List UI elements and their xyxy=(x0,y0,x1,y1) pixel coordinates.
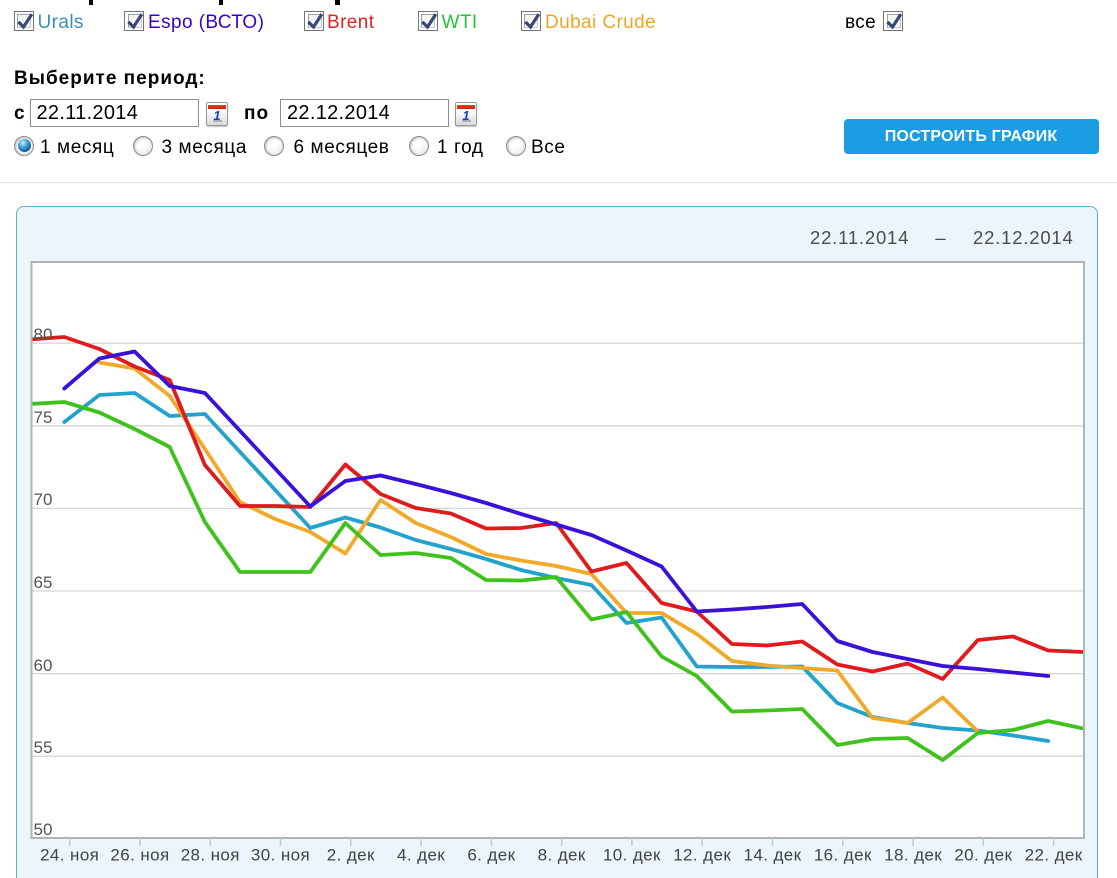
svg-text:70: 70 xyxy=(34,490,53,509)
svg-text:80: 80 xyxy=(34,325,53,344)
svg-text:6. дек: 6. дек xyxy=(467,846,515,865)
svg-text:–: – xyxy=(935,227,946,248)
svg-text:60: 60 xyxy=(34,656,53,675)
svg-text:4. дек: 4. дек xyxy=(397,846,445,865)
svg-text:14. дек: 14. дек xyxy=(744,846,802,865)
svg-text:22. дек: 22. дек xyxy=(1025,846,1083,865)
svg-text:65: 65 xyxy=(34,573,53,592)
svg-text:28. ноя: 28. ноя xyxy=(181,846,240,865)
svg-text:30. ноя: 30. ноя xyxy=(251,846,310,865)
svg-text:16. дек: 16. дек xyxy=(814,846,872,865)
svg-text:50: 50 xyxy=(34,820,53,839)
svg-text:75: 75 xyxy=(34,408,53,427)
svg-text:2. дек: 2. дек xyxy=(327,846,375,865)
svg-text:10. дек: 10. дек xyxy=(603,846,661,865)
svg-text:12. дек: 12. дек xyxy=(673,846,731,865)
svg-text:24. ноя: 24. ноя xyxy=(40,846,99,865)
svg-text:22.12.2014: 22.12.2014 xyxy=(973,227,1074,248)
svg-text:55: 55 xyxy=(34,738,53,757)
svg-text:26. ноя: 26. ноя xyxy=(110,846,169,865)
svg-text:18. дек: 18. дек xyxy=(884,846,942,865)
svg-text:20. дек: 20. дек xyxy=(954,846,1012,865)
svg-text:22.11.2014: 22.11.2014 xyxy=(810,227,909,248)
svg-text:8. дек: 8. дек xyxy=(538,846,586,865)
